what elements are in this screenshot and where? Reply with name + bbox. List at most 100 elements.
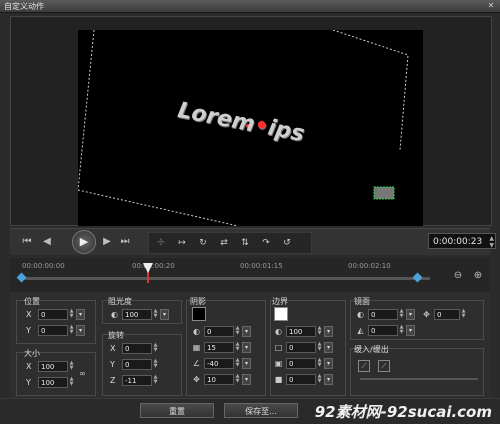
undo-keyframe-icon[interactable]: ↺	[279, 236, 295, 250]
timecode-spinner-icon[interactable]: ▲ ▼	[489, 235, 494, 249]
rotation-x-input[interactable]: 0	[122, 343, 152, 354]
rotation-z-input[interactable]: -11	[122, 375, 152, 386]
shadow-distance-input[interactable]: 10	[204, 374, 234, 385]
fade-slider-track[interactable]	[360, 378, 478, 380]
mirror-fade-input[interactable]: 0	[368, 325, 398, 336]
spinner-icon[interactable]: ▲ ▼	[152, 309, 159, 320]
opacity-input[interactable]: 100	[122, 309, 152, 320]
dropdown-icon[interactable]: ▾	[324, 342, 333, 353]
rotation-y-input[interactable]: 0	[122, 359, 152, 370]
keyframe-end[interactable]	[412, 272, 423, 283]
spinner-icon[interactable]: ▲ ▼	[68, 325, 75, 336]
tick-label: 00:00:02:10	[348, 262, 391, 270]
go-start-icon[interactable]: ⏮	[18, 233, 36, 251]
timeline-track[interactable]	[20, 277, 430, 280]
play-button[interactable]: ▶	[72, 230, 96, 254]
shadow-blur-icon: ▦	[192, 343, 201, 352]
border-width-input[interactable]: 0	[286, 342, 316, 353]
spinner-icon[interactable]: ▲ ▼	[316, 358, 323, 369]
close-icon[interactable]: ✕	[486, 1, 496, 10]
dropdown-icon[interactable]: ▾	[406, 309, 415, 320]
spinner-icon[interactable]: ▲ ▼	[234, 358, 241, 369]
mirror-offset-input[interactable]: 0	[434, 309, 460, 320]
border-title: 边界	[272, 297, 288, 306]
dropdown-icon[interactable]: ▾	[324, 326, 333, 337]
shadow-color-swatch[interactable]	[192, 307, 206, 321]
mirror-opacity-input[interactable]: 0	[368, 309, 398, 320]
move-keyframe-icon[interactable]: ↦	[174, 236, 190, 250]
position-y-input[interactable]: 0	[38, 325, 68, 336]
timecode-field[interactable]: 0:00:00:23 ▲ ▼	[428, 233, 496, 249]
go-end-icon[interactable]: ⏭	[116, 233, 134, 251]
spinner-icon[interactable]: ▲ ▼	[234, 342, 241, 353]
swap-keyframe-icon[interactable]: ⇄	[216, 236, 232, 250]
transport-bar: ⏮ ◀ ▶ ▶ ⏭ ✢ ↦ ↻ ⇄ ⇅ ↷ ↺ 0:00:00:23 ▲ ▼	[10, 228, 496, 255]
dropdown-icon[interactable]: ▾	[76, 309, 85, 320]
spinner-icon[interactable]: ▲ ▼	[316, 374, 323, 385]
fade-title: 缓入/缓出	[354, 345, 389, 354]
spinner-icon[interactable]: ▲ ▼	[152, 343, 159, 354]
shadow-opacity-input[interactable]: 0	[204, 326, 234, 337]
fade-group	[350, 348, 484, 396]
spinner-icon[interactable]: ▲ ▼	[460, 309, 467, 320]
shadow-angle-input[interactable]: -40	[204, 358, 234, 369]
zoom-in-icon[interactable]: ⊕	[472, 270, 484, 282]
dropdown-icon[interactable]: ▾	[76, 325, 85, 336]
spinner-icon[interactable]: ▲ ▼	[234, 326, 241, 337]
border-other-input[interactable]: 0	[286, 374, 316, 385]
mirror-title: 镜面	[354, 297, 370, 306]
save-to-button[interactable]: 保存至...	[224, 403, 298, 418]
size-x-input[interactable]: 100	[38, 361, 68, 372]
spinner-icon[interactable]: ▲ ▼	[68, 309, 75, 320]
border-opacity-input[interactable]: 100	[286, 326, 316, 337]
shadow-angle-icon: ∠	[192, 359, 201, 368]
dropdown-icon[interactable]: ▾	[160, 309, 169, 320]
spinner-icon[interactable]: ▲ ▼	[316, 326, 323, 337]
ease-in-icon[interactable]: ⟋	[358, 360, 370, 372]
pip-handle	[373, 186, 395, 200]
shadow-blur-input[interactable]: 15	[204, 342, 234, 353]
spinner-icon[interactable]: ▲ ▼	[152, 375, 159, 386]
link-icon[interactable]: ∞	[78, 369, 87, 378]
spinner-icon[interactable]: ▲ ▼	[152, 359, 159, 370]
border-blur-input[interactable]: 0	[286, 358, 316, 369]
spinner-icon[interactable]: ▲ ▼	[316, 342, 323, 353]
keyframe-start[interactable]	[16, 272, 27, 283]
reset-button[interactable]: 重置	[140, 403, 214, 418]
dropdown-icon[interactable]: ▾	[242, 326, 251, 337]
tick-label: 00:00:01:15	[240, 262, 283, 270]
flip-keyframe-icon[interactable]: ⇅	[237, 236, 253, 250]
spinner-icon[interactable]: ▲ ▼	[68, 361, 75, 372]
spinner-icon[interactable]: ▲ ▼	[234, 374, 241, 385]
rotate-keyframe-icon[interactable]: ↻	[195, 236, 211, 250]
border-other-icon: ■	[274, 375, 283, 384]
add-keyframe-icon[interactable]: ✢	[153, 236, 169, 250]
dropdown-icon[interactable]: ▾	[242, 342, 251, 353]
tick-label: 00:00:00:20	[132, 262, 175, 270]
opacity-icon: ◐	[111, 310, 118, 319]
position-title: 位置	[24, 297, 40, 306]
properties-panel: 位置 X 0 ▲ ▼ ▾ Y 0 ▲ ▼ ▾ 大小 X 100 ▲ ▼ Y 100 ▲…	[10, 292, 490, 398]
dropdown-icon[interactable]: ▾	[242, 374, 251, 385]
spinner-icon[interactable]: ▲ ▼	[68, 377, 75, 388]
rotation-y-label: Y	[110, 360, 115, 369]
ease-out-icon[interactable]: ⟋	[378, 360, 390, 372]
rotation-z-label: Z	[110, 376, 116, 385]
motion-path-right	[332, 30, 409, 151]
timeline-ruler[interactable]: 00:00:00:00 00:00:00:20 00:00:01:15 00:0…	[10, 258, 490, 292]
dropdown-icon[interactable]: ▾	[406, 325, 415, 336]
size-y-input[interactable]: 100	[38, 377, 68, 388]
border-color-swatch[interactable]	[274, 307, 288, 321]
position-x-input[interactable]: 0	[38, 309, 68, 320]
dropdown-icon[interactable]: ▾	[324, 374, 333, 385]
prev-frame-icon[interactable]: ◀	[38, 233, 56, 251]
dropdown-icon[interactable]: ▾	[324, 358, 333, 369]
watermark-text: 92素材网-92sucai.com	[314, 403, 492, 421]
zoom-out-icon[interactable]: ⊖	[452, 270, 464, 282]
preview-canvas[interactable]: Lorem•ips	[78, 30, 423, 226]
next-frame-icon[interactable]: ▶	[98, 233, 116, 251]
spinner-icon[interactable]: ▲ ▼	[398, 309, 405, 320]
spinner-icon[interactable]: ▲ ▼	[398, 325, 405, 336]
dropdown-icon[interactable]: ▾	[242, 358, 251, 369]
redo-keyframe-icon[interactable]: ↷	[258, 236, 274, 250]
